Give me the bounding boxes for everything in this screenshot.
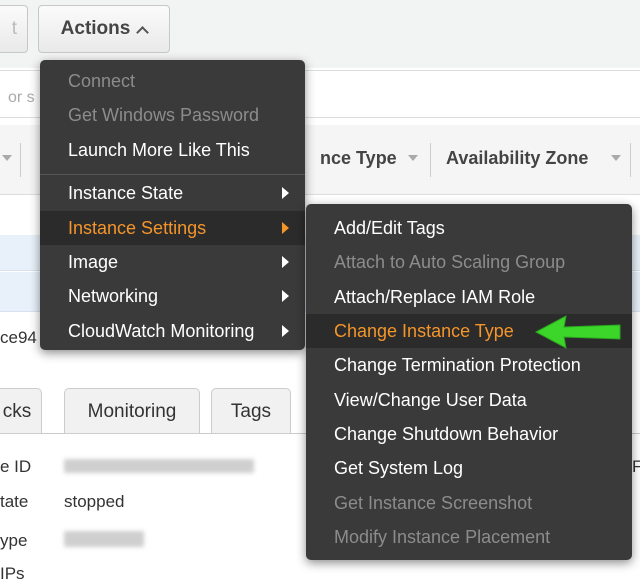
menu-item-get-windows-password[interactable]: Get Windows Password (40, 98, 305, 132)
menu-item-label: Attach to Auto Scaling Group (334, 251, 566, 272)
chevron-right-icon (282, 222, 289, 234)
detail-label-instance-type: ype (0, 531, 28, 550)
column-instance-type[interactable]: nce Type (320, 148, 397, 169)
chevron-right-icon (282, 290, 289, 302)
redacted-value (64, 459, 254, 473)
menu-item-attach-replace-iam-role[interactable]: Attach/Replace IAM Role (306, 280, 632, 314)
tab-checks[interactable]: cks (0, 388, 42, 434)
column-divider (430, 143, 431, 177)
menu-item-get-instance-screenshot[interactable]: Get Instance Screenshot (306, 486, 632, 520)
menu-item-label: Instance State (68, 182, 184, 203)
chevron-right-icon (282, 325, 289, 337)
menu-item-label: Add/Edit Tags (334, 217, 445, 238)
menu-item-label: CloudWatch Monitoring (68, 320, 255, 341)
chevron-up-icon (136, 25, 150, 39)
menu-item-label: Change Shutdown Behavior (334, 423, 559, 444)
column-divider (630, 143, 631, 177)
menu-item-label: Image (68, 251, 119, 272)
toolbar-button-partial-label: t (11, 18, 17, 39)
instance-settings-submenu: Add/Edit Tags Attach to Auto Scaling Gro… (306, 204, 632, 560)
menu-item-instance-state[interactable]: Instance State (40, 176, 305, 210)
detail-label-instance-id: e ID (0, 457, 32, 476)
menu-item-label: Instance Settings (68, 217, 207, 238)
tab-monitoring[interactable]: Monitoring (64, 388, 200, 434)
column-availability-zone[interactable]: Availability Zone (446, 148, 588, 169)
menu-item-cloudwatch-monitoring[interactable]: CloudWatch Monitoring (40, 314, 305, 348)
menu-item-label: Connect (68, 70, 136, 91)
sort-caret-icon[interactable] (2, 155, 12, 161)
menu-item-change-shutdown-behavior[interactable]: Change Shutdown Behavior (306, 417, 632, 451)
menu-item-get-system-log[interactable]: Get System Log (306, 451, 632, 485)
menu-item-label: Change Instance Type (334, 320, 514, 341)
instance-id-fragment: ce94 (0, 328, 37, 347)
redacted-value (64, 531, 144, 547)
actions-button-label: Actions (60, 18, 131, 39)
menu-item-instance-settings[interactable]: Instance Settings (40, 211, 305, 245)
tab-tags[interactable]: Tags (211, 388, 291, 434)
menu-item-label: Networking (68, 285, 159, 306)
menu-item-modify-instance-placement[interactable]: Modify Instance Placement (306, 520, 632, 554)
toolbar: t Actions (0, 0, 640, 68)
menu-item-label: Launch More Like This (68, 139, 250, 160)
menu-item-connect[interactable]: Connect (40, 64, 305, 98)
detail-value-instance-state: stopped (64, 492, 125, 511)
menu-divider (40, 174, 305, 175)
sort-caret-icon[interactable] (611, 155, 621, 161)
detail-label-ips: IPs (0, 564, 25, 583)
tab-label: Monitoring (87, 400, 177, 422)
search-placeholder: or s (8, 89, 35, 106)
menu-item-label: View/Change User Data (334, 389, 527, 410)
menu-item-label: Get System Log (334, 457, 464, 478)
menu-item-label: Attach/Replace IAM Role (334, 286, 536, 307)
actions-menu: Connect Get Windows Password Launch More… (40, 60, 305, 350)
detail-label-instance-state: tate (0, 492, 29, 511)
annotation-arrow-icon (534, 315, 621, 349)
menu-item-view-change-user-data[interactable]: View/Change User Data (306, 383, 632, 417)
menu-item-image[interactable]: Image (40, 245, 305, 279)
menu-item-label: Get Instance Screenshot (334, 492, 533, 513)
menu-item-add-edit-tags[interactable]: Add/Edit Tags (306, 211, 632, 245)
detail-edge-text: F (632, 457, 640, 476)
menu-item-label: Change Termination Protection (334, 354, 581, 375)
menu-item-change-termination-protection[interactable]: Change Termination Protection (306, 348, 632, 382)
sort-caret-icon[interactable] (408, 155, 418, 161)
chevron-right-icon (282, 187, 289, 199)
menu-item-label: Modify Instance Placement (334, 526, 551, 547)
menu-item-networking[interactable]: Networking (40, 279, 305, 313)
actions-button[interactable]: Actions (38, 5, 170, 53)
tab-label: cks (2, 400, 32, 422)
menu-item-launch-more-like-this[interactable]: Launch More Like This (40, 133, 305, 167)
menu-item-label: Get Windows Password (68, 104, 260, 125)
chevron-right-icon (282, 256, 289, 268)
tab-label: Tags (230, 400, 272, 422)
toolbar-button-partial[interactable]: t (0, 5, 28, 53)
menu-item-attach-auto-scaling-group[interactable]: Attach to Auto Scaling Group (306, 245, 632, 279)
column-divider (20, 143, 21, 177)
